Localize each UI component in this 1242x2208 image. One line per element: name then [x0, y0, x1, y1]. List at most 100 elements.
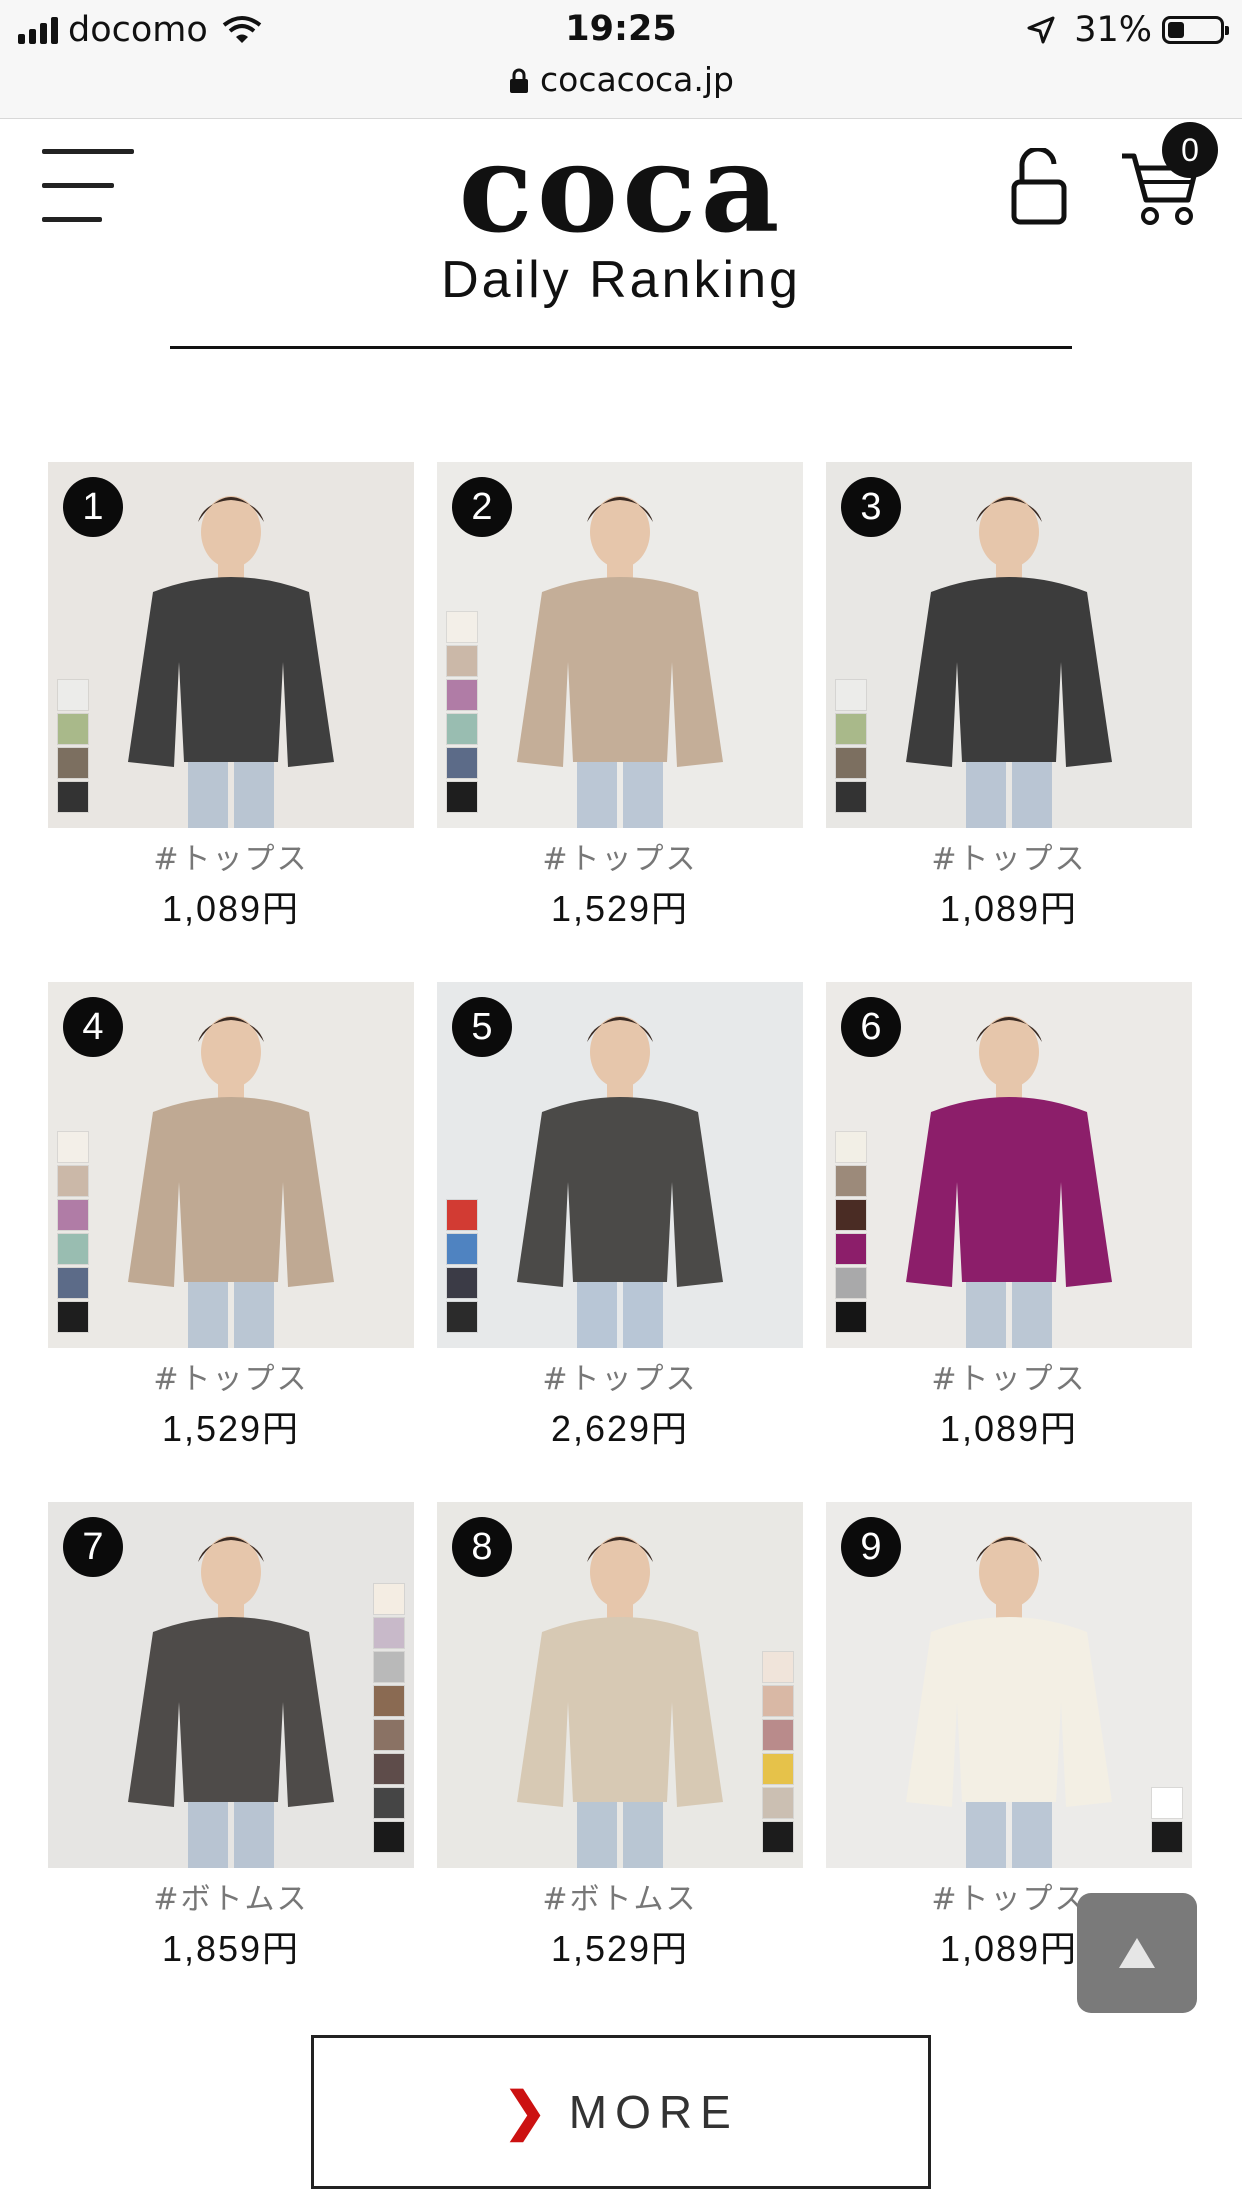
product-card[interactable]: 3 #トップス 1,089円 [826, 462, 1192, 982]
color-swatches [373, 1583, 405, 1853]
rank-badge: 2 [452, 477, 512, 537]
product-image[interactable]: 9 [826, 1502, 1192, 1868]
page-title: Daily Ranking [441, 251, 801, 309]
color-swatch [446, 1301, 478, 1333]
color-swatch [762, 1719, 794, 1751]
product-image[interactable]: 4 [48, 982, 414, 1348]
color-swatch [57, 747, 89, 779]
color-swatch [446, 1199, 478, 1231]
product-price: 1,089円 [939, 888, 1079, 929]
color-swatch [762, 1753, 794, 1785]
rank-badge: 4 [63, 997, 123, 1057]
color-swatch [835, 1165, 867, 1197]
more-button[interactable]: ❯ MORE [311, 2035, 931, 2189]
product-image[interactable]: 8 [437, 1502, 803, 1868]
address-bar[interactable]: cocacoca.jp [0, 60, 1242, 99]
login-lock-icon[interactable] [1010, 148, 1068, 226]
color-swatch [835, 1131, 867, 1163]
product-category[interactable]: #トップス [48, 1354, 414, 1398]
lock-small-icon [509, 68, 528, 93]
color-swatch [446, 611, 478, 643]
color-swatch [373, 1787, 405, 1819]
color-swatch [57, 1267, 89, 1299]
rank-badge: 5 [452, 997, 512, 1057]
product-price: 1,089円 [939, 1408, 1079, 1449]
color-swatch [57, 781, 89, 813]
scroll-top-button[interactable] [1077, 1893, 1197, 2013]
product-price: 1,859円 [161, 1928, 301, 1969]
color-swatch [57, 1233, 89, 1265]
product-image[interactable]: 7 [48, 1502, 414, 1868]
color-swatch [373, 1719, 405, 1751]
color-swatch [835, 1199, 867, 1231]
location-icon [1027, 16, 1055, 44]
color-swatch [835, 713, 867, 745]
product-category[interactable]: #トップス [826, 834, 1192, 878]
color-swatch [762, 1787, 794, 1819]
color-swatches [446, 1199, 478, 1333]
product-category[interactable]: #ボトムス [48, 1874, 414, 1918]
product-category[interactable]: #ボトムス [437, 1874, 803, 1918]
product-category[interactable]: #トップス [48, 834, 414, 878]
color-swatch [835, 781, 867, 813]
rank-badge: 9 [841, 1517, 901, 1577]
product-price: 1,529円 [161, 1408, 301, 1449]
ranking-grid: 1 #トップス 1,089円 2 #トップス 1,529円 3 #トップス 1,089円 4 #トッ… [48, 462, 1192, 2022]
color-swatch [373, 1685, 405, 1717]
color-swatches [57, 1131, 89, 1333]
color-swatch [373, 1753, 405, 1785]
color-swatches [762, 1651, 794, 1853]
url-text: cocacoca.jp [539, 60, 734, 99]
battery-percent: 31% [1074, 10, 1152, 50]
color-swatch [373, 1821, 405, 1853]
color-swatch [446, 713, 478, 745]
product-image[interactable]: 1 [48, 462, 414, 828]
more-label: MORE [568, 2086, 739, 2138]
product-price: 2,629円 [550, 1408, 690, 1449]
product-image[interactable]: 2 [437, 462, 803, 828]
product-card[interactable]: 6 #トップス 1,089円 [826, 982, 1192, 1502]
color-swatches [446, 611, 478, 813]
product-category[interactable]: #トップス [437, 834, 803, 878]
color-swatch [57, 679, 89, 711]
color-swatch [1151, 1821, 1183, 1853]
color-swatch [835, 679, 867, 711]
product-card[interactable]: 7 #ボトムス 1,859円 [48, 1502, 414, 2022]
color-swatch [446, 781, 478, 813]
color-swatch [446, 747, 478, 779]
color-swatch [835, 747, 867, 779]
product-card[interactable]: 5 #トップス 2,629円 [437, 982, 803, 1502]
product-price: 1,529円 [550, 888, 690, 929]
product-image[interactable]: 3 [826, 462, 1192, 828]
product-image[interactable]: 6 [826, 982, 1192, 1348]
color-swatches [835, 679, 867, 813]
rank-badge: 7 [63, 1517, 123, 1577]
product-price: 1,529円 [550, 1928, 690, 1969]
color-swatch [57, 1165, 89, 1197]
color-swatch [446, 1233, 478, 1265]
product-image[interactable]: 5 [437, 982, 803, 1348]
arrow-up-icon [1119, 1938, 1155, 1968]
color-swatch [57, 713, 89, 745]
color-swatch [57, 1301, 89, 1333]
color-swatch [373, 1651, 405, 1683]
chevron-right-icon: ❯ [503, 2083, 547, 2141]
product-card[interactable]: 8 #ボトムス 1,529円 [437, 1502, 803, 2022]
status-right: 31% [1026, 10, 1229, 50]
cart-count-badge: 0 [1162, 122, 1218, 178]
product-card[interactable]: 2 #トップス 1,529円 [437, 462, 803, 982]
color-swatch [446, 1267, 478, 1299]
title-divider [170, 346, 1072, 349]
color-swatch [762, 1821, 794, 1853]
product-card[interactable]: 4 #トップス 1,529円 [48, 982, 414, 1502]
color-swatch [762, 1651, 794, 1683]
product-card[interactable]: 1 #トップス 1,089円 [48, 462, 414, 982]
product-category[interactable]: #トップス [826, 1354, 1192, 1398]
color-swatch [835, 1267, 867, 1299]
rank-badge: 6 [841, 997, 901, 1057]
product-category[interactable]: #トップス [437, 1354, 803, 1398]
color-swatch [446, 679, 478, 711]
color-swatch [835, 1233, 867, 1265]
battery-icon [1162, 16, 1229, 44]
color-swatch [446, 645, 478, 677]
